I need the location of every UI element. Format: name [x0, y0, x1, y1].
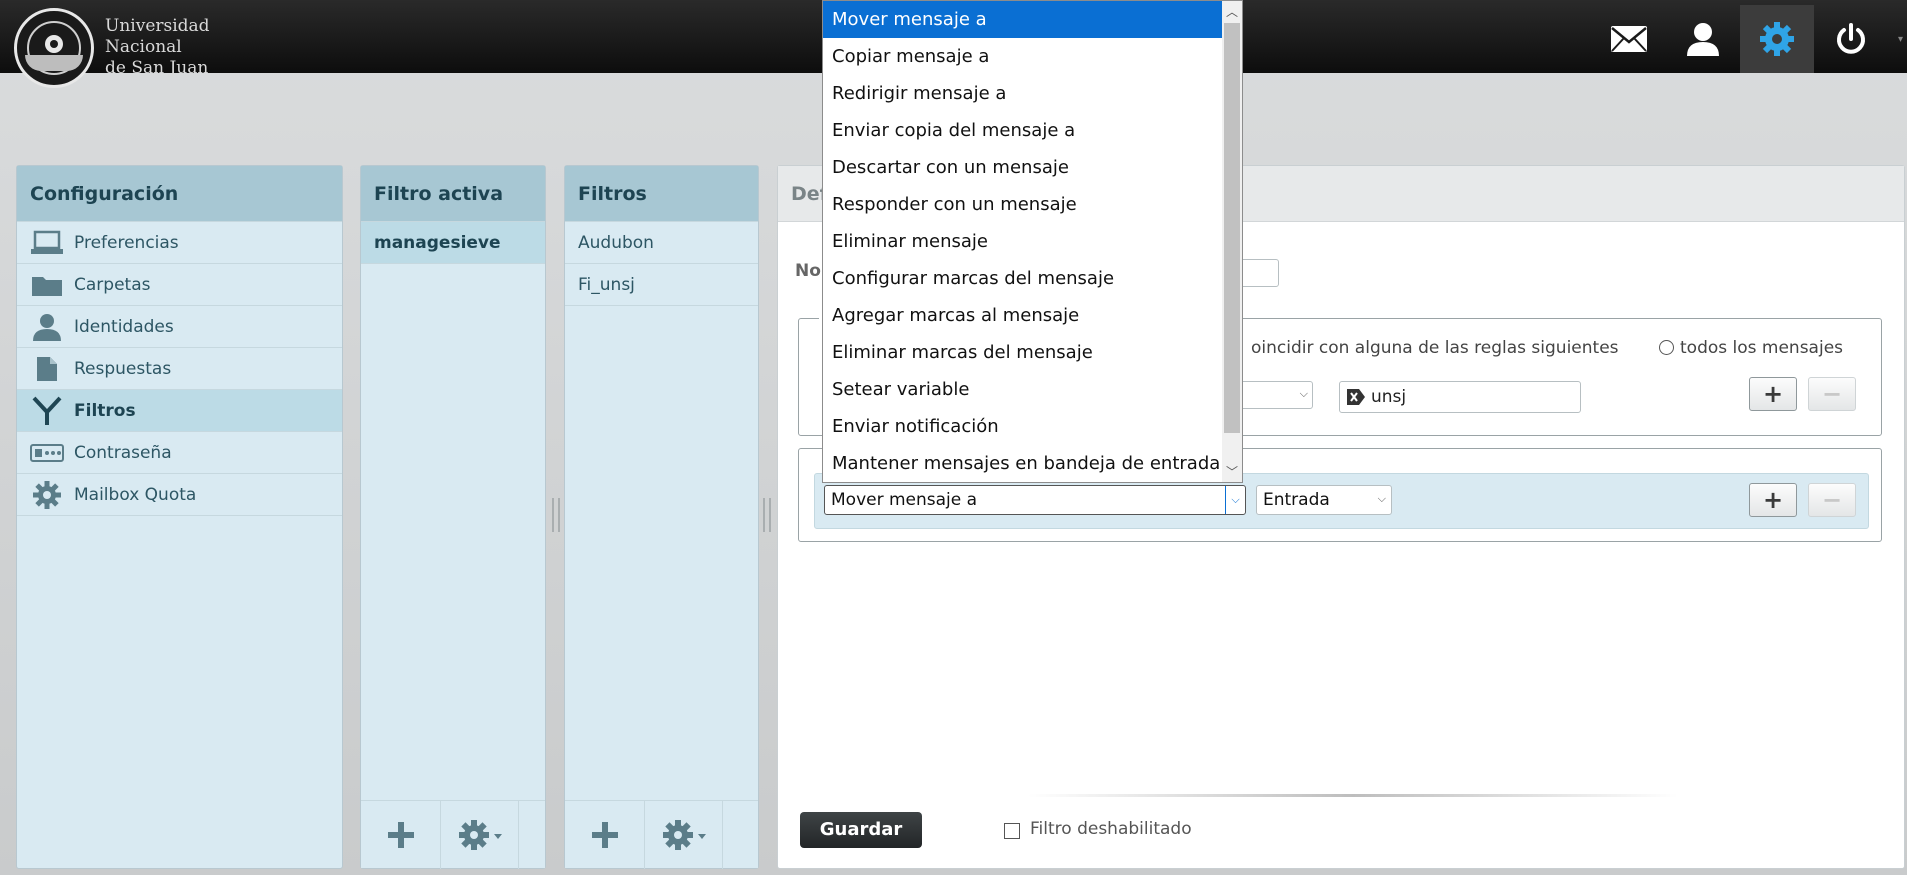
user-icon	[29, 312, 65, 342]
filter-actions-button[interactable]	[645, 801, 723, 869]
laptop-icon	[29, 228, 65, 258]
folder-select-value: Entrada	[1263, 490, 1330, 510]
add-rule-button[interactable]: +	[1749, 377, 1797, 411]
chevron-down-icon: ⌵	[1299, 387, 1308, 400]
settings-item-filters[interactable]: Filtros	[17, 390, 342, 432]
disable-filter-label: Filtro deshabilitado	[1030, 819, 1192, 839]
match-all-radio[interactable]	[1659, 340, 1674, 355]
panel-resize-handle[interactable]	[763, 498, 771, 532]
gear-icon	[458, 820, 502, 850]
gear-icon	[1760, 22, 1794, 56]
remove-rule-button[interactable]: −	[1808, 377, 1856, 411]
dropdown-option[interactable]: Eliminar marcas del mensaje	[823, 334, 1223, 371]
match-all-label: todos los mensajes	[1680, 338, 1844, 358]
settings-panel-title: Configuración	[17, 166, 342, 222]
filterset-panel: Filtro activa managesieve	[360, 165, 546, 869]
dropdown-option[interactable]: Redirigir mensaje a	[823, 75, 1223, 112]
university-name-line: de San Juan	[105, 58, 209, 78]
filter-icon	[29, 396, 65, 426]
dropdown-option[interactable]: Copiar mensaje a	[823, 38, 1223, 75]
folder-icon	[29, 270, 65, 300]
settings-item-label: Filtros	[74, 400, 136, 421]
settings-item-label: Carpetas	[74, 274, 151, 295]
add-filterset-button[interactable]	[361, 801, 441, 869]
university-name-line: Nacional	[105, 37, 182, 57]
add-action-button[interactable]: +	[1749, 483, 1797, 517]
action-select-value: Mover mensaje a	[831, 490, 978, 510]
dropdown-option[interactable]: Eliminar mensaje	[823, 223, 1223, 260]
power-icon	[1837, 23, 1865, 54]
gear-icon	[662, 820, 706, 850]
settings-item-label: Mailbox Quota	[74, 484, 197, 505]
disable-filter-checkbox[interactable]	[1004, 823, 1020, 839]
variable-icon	[1346, 388, 1366, 410]
match-any-label: oincidir con alguna de las reglas siguie…	[1251, 338, 1619, 358]
filterset-panel-title: Filtro activa	[361, 166, 545, 222]
settings-item-preferences[interactable]: Preferencias	[17, 222, 342, 264]
gear-icon	[29, 480, 65, 510]
dropdown-option[interactable]: Enviar notificación	[823, 408, 1223, 445]
top-bar-more-icon[interactable]: ▾	[1898, 34, 1903, 45]
user-icon	[1687, 23, 1719, 56]
settings-panel: Configuración Preferencias Carpetas Iden…	[16, 165, 343, 869]
remove-action-button[interactable]: −	[1808, 483, 1856, 517]
panel-resize-handle[interactable]	[552, 498, 560, 532]
user-button[interactable]	[1666, 5, 1740, 73]
action-dropdown-list: Mover mensaje a Copiar mensaje a Redirig…	[822, 0, 1243, 483]
dropdown-option[interactable]: Mantener mensajes en bandeja de entrada	[823, 445, 1223, 482]
add-filter-button[interactable]	[565, 801, 645, 869]
settings-button[interactable]	[1740, 5, 1814, 73]
filter-item[interactable]: Audubon	[565, 222, 758, 264]
action-select[interactable]: Mover mensaje a ⌵	[824, 485, 1246, 515]
settings-item-label: Identidades	[74, 316, 174, 337]
folder-select[interactable]: Entrada ⌵	[1256, 485, 1392, 515]
filter-item[interactable]: Fi_unsj	[565, 264, 758, 306]
rule-value-text: unsj	[1371, 387, 1407, 407]
settings-item-folders[interactable]: Carpetas	[17, 264, 342, 306]
password-icon	[29, 438, 65, 468]
filterset-actions-button[interactable]	[441, 801, 519, 869]
dropdown-option[interactable]: Descartar con un mensaje	[823, 149, 1223, 186]
settings-item-label: Respuestas	[74, 358, 172, 379]
logout-button[interactable]	[1814, 5, 1888, 73]
dropdown-option[interactable]: Configurar marcas del mensaje	[823, 260, 1223, 297]
dropdown-option[interactable]: Enviar copia del mensaje a	[823, 112, 1223, 149]
chevron-down-icon: ⌵	[1377, 492, 1386, 505]
mail-icon	[1611, 26, 1647, 52]
filter-name-label: No	[795, 261, 821, 281]
university-name-line: Universidad	[105, 16, 210, 36]
university-name: Universidad Nacional de San Juan	[105, 16, 210, 79]
save-button[interactable]: Guardar	[800, 812, 922, 848]
university-logo	[14, 8, 94, 88]
settings-item-label: Preferencias	[74, 232, 179, 253]
document-icon	[29, 354, 65, 384]
dropdown-scrollbar[interactable]: ︿ ﹀	[1222, 1, 1242, 482]
filters-panel-title: Filtros	[565, 166, 758, 222]
dropdown-option[interactable]: Agregar marcas al mensaje	[823, 297, 1223, 334]
scrollbar-thumb[interactable]	[1224, 23, 1240, 433]
footer-divider	[1028, 794, 1678, 797]
dropdown-option[interactable]: Mover mensaje a	[823, 1, 1223, 38]
settings-item-password[interactable]: Contraseña	[17, 432, 342, 474]
settings-item-responses[interactable]: Respuestas	[17, 348, 342, 390]
settings-item-label: Contraseña	[74, 442, 172, 463]
settings-item-identities[interactable]: Identidades	[17, 306, 342, 348]
plus-icon	[591, 822, 618, 848]
rule-value-input[interactable]: unsj	[1339, 381, 1581, 413]
filterset-panel-footer	[361, 800, 545, 869]
scroll-down-icon[interactable]: ﹀	[1222, 463, 1242, 480]
plus-icon	[387, 822, 414, 848]
settings-item-mailbox-quota[interactable]: Mailbox Quota	[17, 474, 342, 516]
filters-panel-footer	[565, 800, 758, 869]
dropdown-option[interactable]: Setear variable	[823, 371, 1223, 408]
dropdown-option[interactable]: Responder con un mensaje	[823, 186, 1223, 223]
scroll-up-icon[interactable]: ︿	[1222, 3, 1242, 20]
filterset-item[interactable]: managesieve	[361, 222, 545, 264]
mail-button[interactable]	[1592, 5, 1666, 73]
chevron-down-icon: ⌵	[1225, 486, 1245, 514]
filters-panel: Filtros Audubon Fi_unsj	[564, 165, 759, 869]
